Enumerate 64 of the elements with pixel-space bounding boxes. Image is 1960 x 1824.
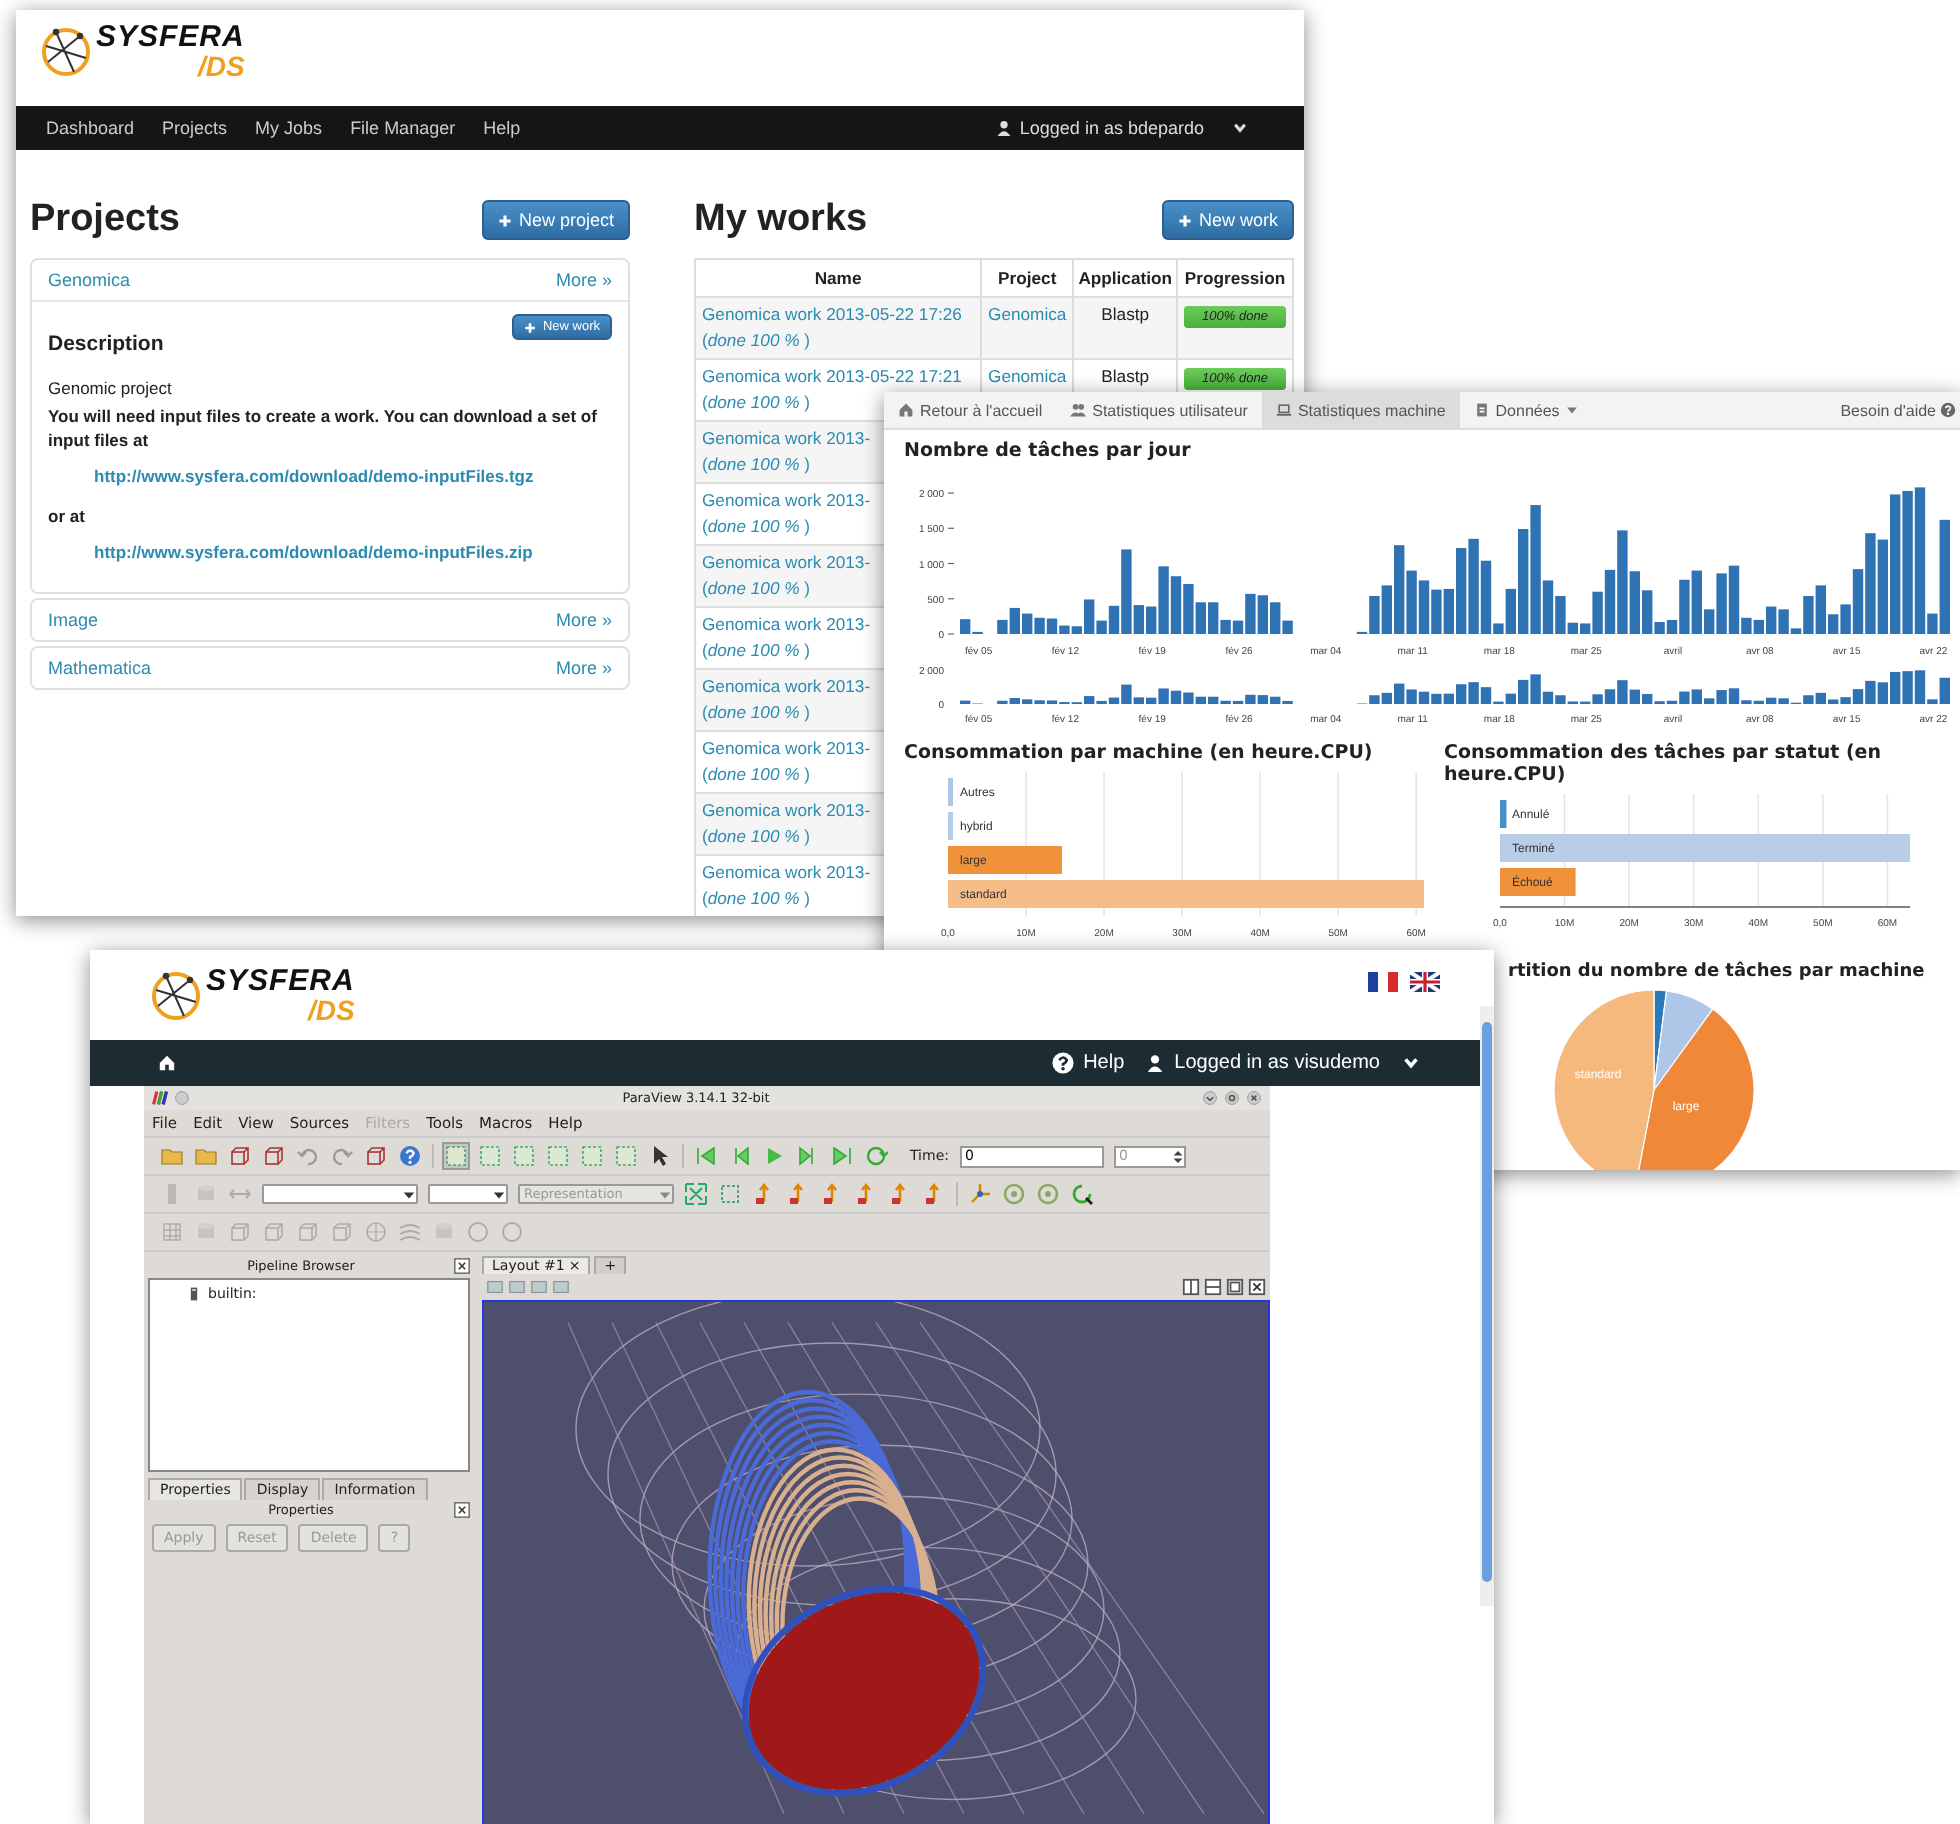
section-title: My works <box>694 198 868 242</box>
logo-text: SYSFERA <box>96 22 245 52</box>
nav-link[interactable]: File Manager <box>350 118 456 138</box>
project-header[interactable]: Genomica More » <box>32 260 628 302</box>
user-menu[interactable]: Logged in as bdepardo <box>1019 118 1204 138</box>
work-status: (done 100 % ) <box>702 826 810 846</box>
logo-text: /DS <box>198 52 245 80</box>
work-link[interactable]: Genomica work 2013-05-22 17:21 <box>702 366 962 386</box>
work-status: (done 100 % ) <box>702 454 810 474</box>
work-link[interactable]: Genomica work 2013- <box>702 800 871 820</box>
project-link[interactable]: Genomica <box>988 366 1067 386</box>
project-link[interactable]: Genomica <box>48 270 131 290</box>
new-project-button[interactable]: New project <box>482 200 630 240</box>
description-text: or at <box>48 504 87 528</box>
more-link[interactable]: More » <box>555 270 612 290</box>
nav-link[interactable]: My Jobs <box>255 118 323 138</box>
table-cell: Blastp <box>1101 304 1150 324</box>
work-status: (done 100 % ) <box>702 392 810 412</box>
work-status: (done 100 % ) <box>702 578 810 598</box>
nav-tab[interactable]: Données <box>1459 392 1592 428</box>
chart-title: Consommation des tâches par statut (en heure.CPU) <box>1444 742 1884 786</box>
work-link[interactable]: Genomica work 2013- <box>702 490 871 510</box>
work-link[interactable]: Genomica work 2013-05-22 17:26 <box>702 304 962 324</box>
project-link[interactable]: Mathematica <box>48 658 152 678</box>
work-link[interactable]: Genomica work 2013- <box>702 862 871 882</box>
work-status: (done 100 % ) <box>702 702 810 722</box>
description-text: Genomic project <box>48 376 174 400</box>
chart-title: Nombre de tâches par jour <box>902 440 1193 462</box>
nav-tab[interactable]: Statistiques utilisateur <box>1056 392 1262 428</box>
work-status: (done 100 % ) <box>702 640 810 660</box>
more-link[interactable]: More » <box>555 610 612 630</box>
project-link[interactable]: Image <box>48 610 99 630</box>
download-link[interactable]: http://www.sysfera.com/download/demo-inputFiles.zip <box>94 542 533 562</box>
logo-text: SYSFERA <box>206 966 355 996</box>
logo-text: /DS <box>308 996 355 1024</box>
new-work-button[interactable]: New work <box>1162 200 1294 240</box>
nav-link[interactable]: Projects <box>162 118 228 138</box>
column-header: Name <box>695 259 982 297</box>
chart-title: rtition du nombre de tâches par machine <box>1506 962 1927 982</box>
description-heading: Description <box>48 332 164 356</box>
project-header[interactable]: Mathematica More » <box>32 648 628 688</box>
work-link[interactable]: Genomica work 2013- <box>702 552 871 572</box>
nav-tab[interactable]: Statistiques machine <box>1261 392 1460 428</box>
nav-link[interactable]: Dashboard <box>46 118 135 138</box>
nav-link[interactable]: Help <box>483 118 521 138</box>
project-header[interactable]: Image More » <box>32 600 628 640</box>
help-link[interactable]: Besoin d'aide <box>1840 392 1936 428</box>
download-link[interactable]: http://www.sysfera.com/download/demo-inputFiles.tgz <box>94 466 534 486</box>
table-cell: Blastp <box>1101 366 1150 386</box>
nav-tab[interactable]: Retour à l'accueil <box>884 392 1057 428</box>
work-status: (done 100 % ) <box>702 888 810 908</box>
work-status: (done 100 % ) <box>702 330 810 350</box>
user-menu[interactable]: Logged in as visudemo <box>1174 1052 1380 1074</box>
work-link[interactable]: Genomica work 2013- <box>702 676 871 696</box>
description-text: You will need input files to create a work. You can download a set of input files at <box>48 404 599 452</box>
chart-title: Consommation par machine (en heure.CPU) <box>902 742 1375 764</box>
work-link[interactable]: Genomica work 2013- <box>702 738 871 758</box>
help-link[interactable]: Help <box>1083 1052 1125 1074</box>
more-link[interactable]: More » <box>555 658 612 678</box>
work-link[interactable]: Genomica work 2013- <box>702 428 871 448</box>
work-link[interactable]: Genomica work 2013- <box>702 614 871 634</box>
work-status: (done 100 % ) <box>702 516 810 536</box>
section-title: Projects <box>30 198 180 242</box>
work-status: (done 100 % ) <box>702 764 810 784</box>
